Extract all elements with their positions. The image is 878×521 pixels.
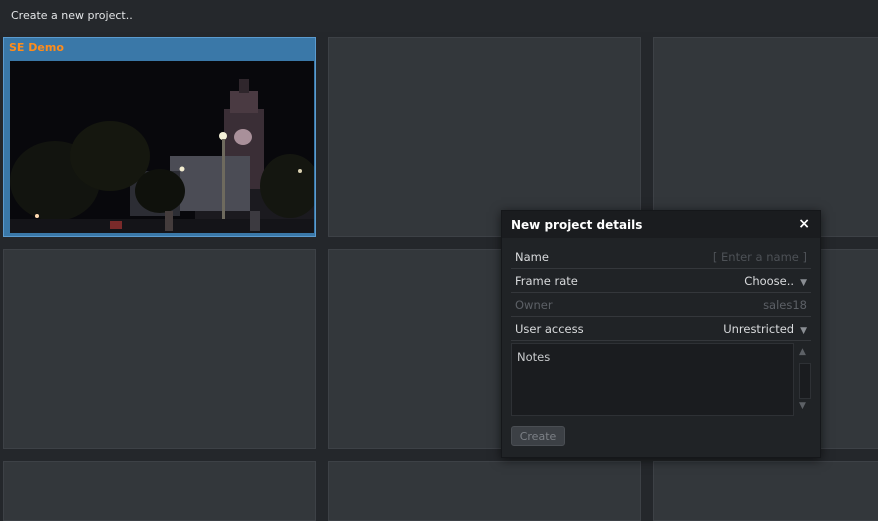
triangle-up-icon[interactable]: ▲ <box>799 347 806 357</box>
frame-rate-value-text: Choose.. <box>744 274 795 288</box>
empty-project-slot[interactable] <box>328 461 641 521</box>
triangle-down-icon[interactable]: ▼ <box>799 401 806 411</box>
user-access-value-text: Unrestricted <box>723 322 795 336</box>
empty-project-slot[interactable] <box>328 37 641 237</box>
project-thumbnail <box>10 61 314 233</box>
chevron-down-icon: ▼ <box>800 326 807 336</box>
owner-label: Owner <box>515 298 553 312</box>
owner-field: Owner sales18 <box>511 293 811 317</box>
project-tile-se-demo[interactable]: SE Demo <box>3 37 316 237</box>
owner-value: sales18 <box>763 298 807 312</box>
project-title: SE Demo <box>9 41 64 54</box>
night-scene-image <box>10 61 314 233</box>
empty-project-slot[interactable] <box>3 461 316 521</box>
user-access-select[interactable]: User access Unrestricted ▼ <box>511 317 811 341</box>
new-project-dialog: New project details × Name [ Enter a nam… <box>501 210 821 458</box>
empty-project-slot[interactable] <box>3 249 316 449</box>
name-field[interactable]: Name [ Enter a name ] <box>511 245 811 269</box>
dialog-title: New project details <box>511 218 643 232</box>
frame-rate-value[interactable]: Choose.. ▼ <box>744 274 807 288</box>
chevron-down-icon: ▼ <box>800 278 807 288</box>
empty-project-slot[interactable] <box>653 461 878 521</box>
user-access-label: User access <box>515 322 584 336</box>
name-label: Name <box>515 250 549 264</box>
notes-placeholder: Notes <box>517 350 551 364</box>
notes-textarea[interactable]: Notes <box>511 343 794 416</box>
user-access-value[interactable]: Unrestricted ▼ <box>723 322 807 336</box>
notes-scrollbar[interactable] <box>799 363 811 399</box>
page-title: Create a new project.. <box>11 9 133 22</box>
top-bar: Create a new project.. <box>0 0 878 32</box>
close-icon[interactable]: × <box>798 216 810 232</box>
dialog-header: New project details × <box>502 211 820 238</box>
name-input[interactable]: [ Enter a name ] <box>713 250 807 264</box>
create-button[interactable]: Create <box>511 426 565 446</box>
frame-rate-label: Frame rate <box>515 274 578 288</box>
empty-project-slot[interactable] <box>653 37 878 237</box>
frame-rate-select[interactable]: Frame rate Choose.. ▼ <box>511 269 811 293</box>
